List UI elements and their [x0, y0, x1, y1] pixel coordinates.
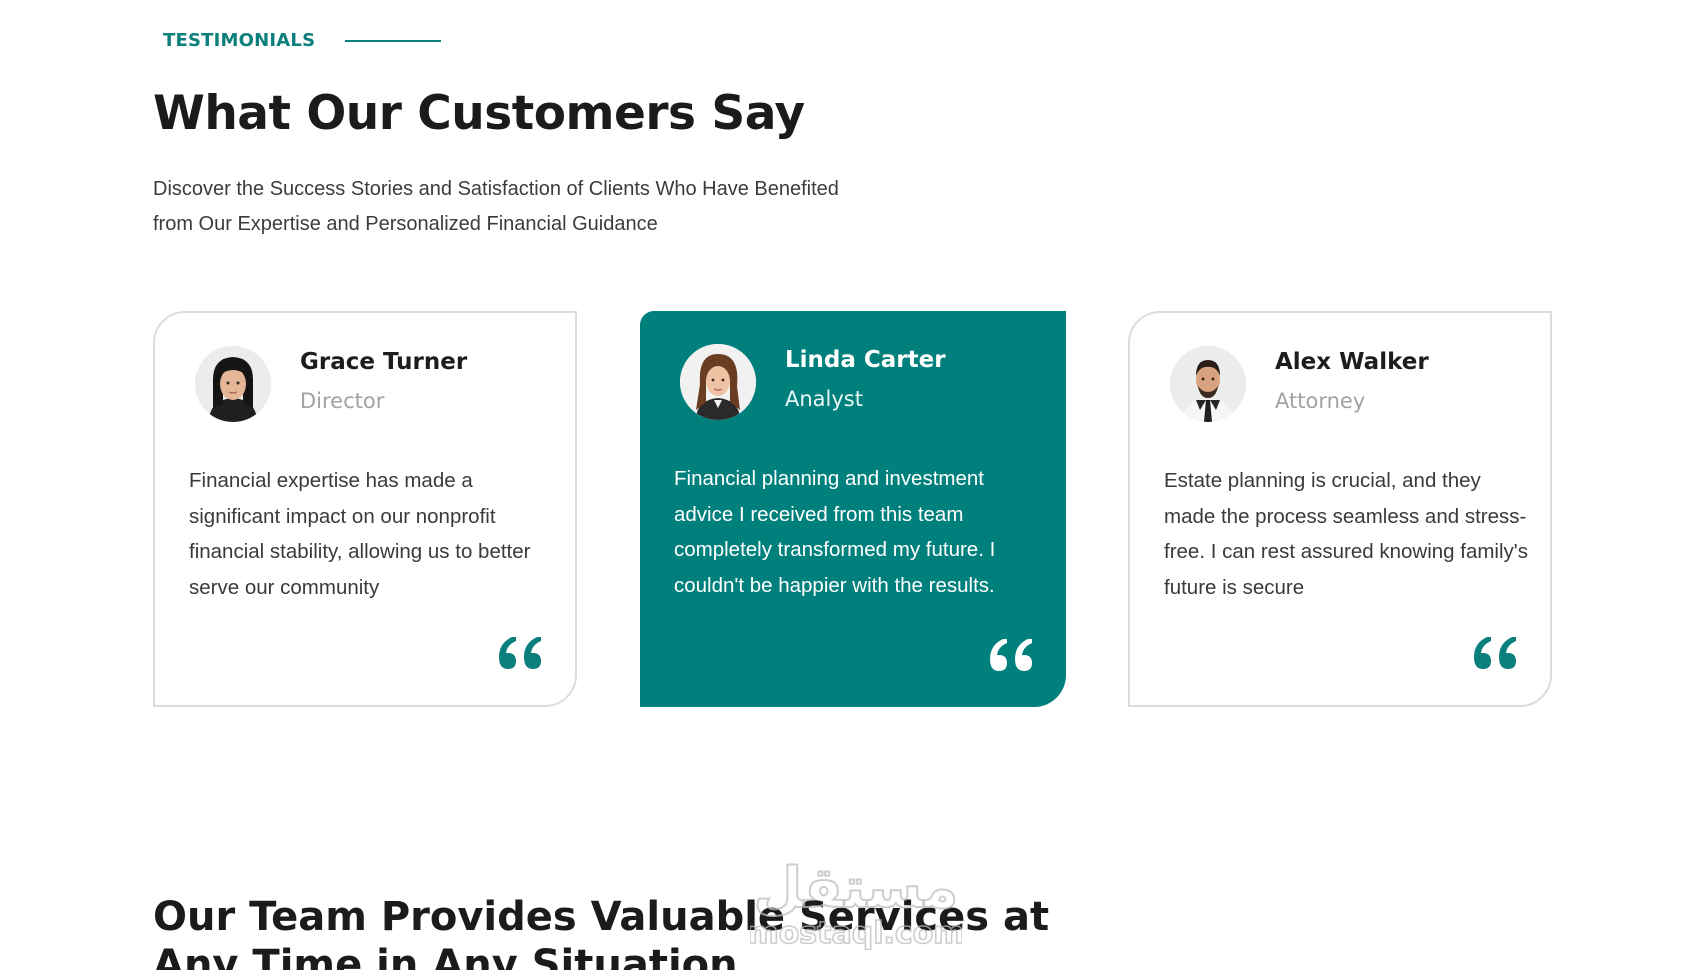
eyebrow-label: TESTIMONIALS — [163, 30, 316, 51]
avatar-grace-turner — [195, 346, 271, 422]
quote-icon — [990, 639, 1032, 671]
section-title: What Our Customers Say — [153, 86, 805, 141]
customer-role: Analyst — [785, 387, 863, 411]
avatar — [680, 344, 756, 420]
quote-icon — [499, 637, 541, 669]
avatar-linda-carter — [680, 344, 756, 420]
testimonial-card-linda-carter: Linda Carter Analyst Financial planning … — [640, 311, 1066, 707]
testimonial-text: Estate planning is crucial, and they mad… — [1164, 469, 1528, 599]
customer-role: Attorney — [1275, 389, 1366, 413]
next-section-title: Our Team Provides Valuable Services at A… — [153, 894, 1050, 970]
customer-name: Linda Carter — [785, 347, 946, 373]
customer-name: Grace Turner — [300, 349, 468, 375]
testimonials-page: TESTIMONIALS What Our Customers Say Disc… — [0, 0, 1700, 970]
section-subtitle: Discover the Success Stories and Satisfa… — [153, 178, 839, 235]
avatar-alex-walker — [1170, 346, 1246, 422]
eyebrow-divider — [345, 39, 442, 42]
testimonial-text: Financial planning and investment advice… — [674, 467, 996, 597]
testimonial-card-grace-turner: Grace Turner Director Financial expertis… — [153, 311, 577, 707]
testimonial-card-alex-walker: Alex Walker Attorney Estate planning is … — [1128, 311, 1552, 707]
avatar — [195, 346, 271, 422]
avatar — [1170, 346, 1246, 422]
testimonial-text: Financial expertise has made a significa… — [189, 469, 531, 599]
section-eyebrow: TESTIMONIALS — [163, 30, 442, 51]
customer-role: Director — [300, 389, 385, 413]
customer-name: Alex Walker — [1275, 349, 1429, 375]
quote-icon — [1474, 637, 1516, 669]
